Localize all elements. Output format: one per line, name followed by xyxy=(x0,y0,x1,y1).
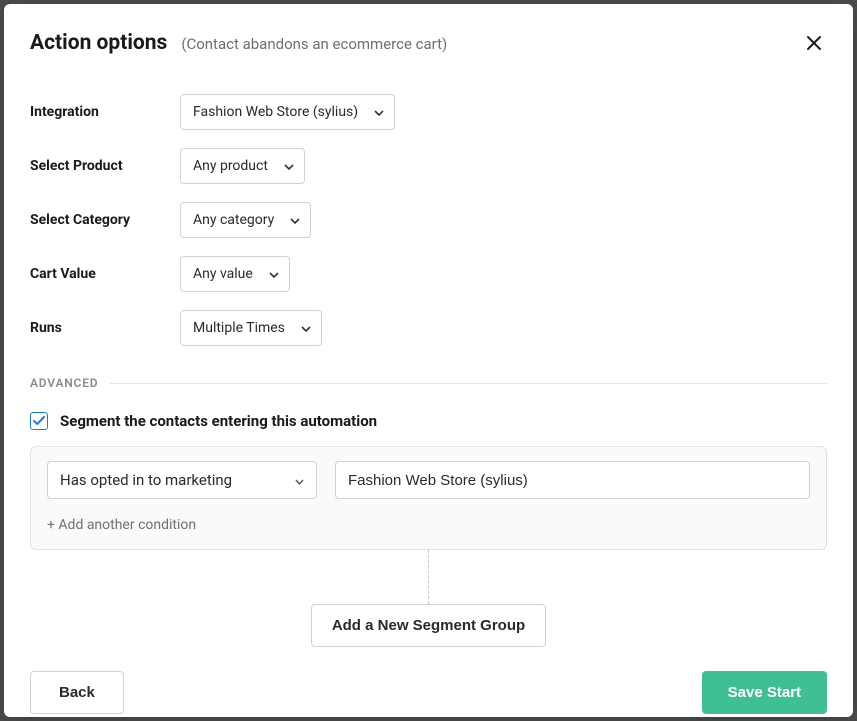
advanced-label: ADVANCED xyxy=(30,376,98,390)
add-segment-group-button[interactable]: Add a New Segment Group xyxy=(311,604,546,647)
caret-down-icon xyxy=(284,158,294,174)
caret-down-icon xyxy=(290,212,300,228)
save-start-button[interactable]: Save Start xyxy=(702,671,827,714)
modal-footer: Back Save Start xyxy=(30,647,827,714)
caret-down-icon xyxy=(269,266,279,282)
segment-group-box: Has opted in to marketing + Add another … xyxy=(30,446,827,550)
row-integration: Integration Fashion Web Store (sylius) xyxy=(30,94,827,130)
close-button[interactable] xyxy=(801,30,827,56)
condition-row: Has opted in to marketing xyxy=(47,461,810,499)
condition-field-select[interactable]: Has opted in to marketing xyxy=(47,461,317,499)
caret-down-icon xyxy=(301,320,311,336)
row-cart-value: Cart Value Any value xyxy=(30,256,827,292)
separator-line xyxy=(110,383,827,384)
condition-value-input[interactable] xyxy=(335,461,810,499)
modal-subtitle: (Contact abandons an ecommerce cart) xyxy=(181,35,447,53)
form-rows: Integration Fashion Web Store (sylius) S… xyxy=(30,94,827,346)
row-category: Select Category Any category xyxy=(30,202,827,238)
select-category[interactable]: Any category xyxy=(180,202,311,238)
select-runs[interactable]: Multiple Times xyxy=(180,310,322,346)
select-cart-value-value: Any value xyxy=(193,266,253,282)
add-condition-link[interactable]: + Add another condition xyxy=(47,513,196,539)
header-left: Action options (Contact abandons an ecom… xyxy=(30,31,447,55)
label-category: Select Category xyxy=(30,212,160,228)
segment-checkbox-row: Segment the contacts entering this autom… xyxy=(30,412,827,430)
select-runs-value: Multiple Times xyxy=(193,320,285,336)
select-integration[interactable]: Fashion Web Store (sylius) xyxy=(180,94,395,130)
back-button[interactable]: Back xyxy=(30,671,124,714)
label-integration: Integration xyxy=(30,104,160,120)
segment-checkbox-label: Segment the contacts entering this autom… xyxy=(60,412,377,430)
segment-group-connector: Add a New Segment Group xyxy=(30,550,827,647)
label-runs: Runs xyxy=(30,320,160,336)
chevron-down-icon xyxy=(295,471,304,489)
action-options-modal: Action options (Contact abandons an ecom… xyxy=(4,4,853,717)
select-integration-value: Fashion Web Store (sylius) xyxy=(193,104,358,120)
advanced-separator: ADVANCED xyxy=(30,376,827,390)
row-runs: Runs Multiple Times xyxy=(30,310,827,346)
dashed-connector-line xyxy=(428,550,429,604)
select-product[interactable]: Any product xyxy=(180,148,305,184)
check-icon xyxy=(33,416,45,426)
close-icon xyxy=(805,34,823,52)
select-cart-value[interactable]: Any value xyxy=(180,256,290,292)
condition-field-value: Has opted in to marketing xyxy=(60,471,232,489)
modal-header: Action options (Contact abandons an ecom… xyxy=(30,30,827,56)
label-product: Select Product xyxy=(30,158,160,174)
caret-down-icon xyxy=(374,104,384,120)
segment-checkbox[interactable] xyxy=(30,412,48,430)
select-category-value: Any category xyxy=(193,212,274,228)
modal-title: Action options xyxy=(30,31,167,55)
row-product: Select Product Any product xyxy=(30,148,827,184)
select-product-value: Any product xyxy=(193,158,268,174)
label-cart-value: Cart Value xyxy=(30,266,160,282)
